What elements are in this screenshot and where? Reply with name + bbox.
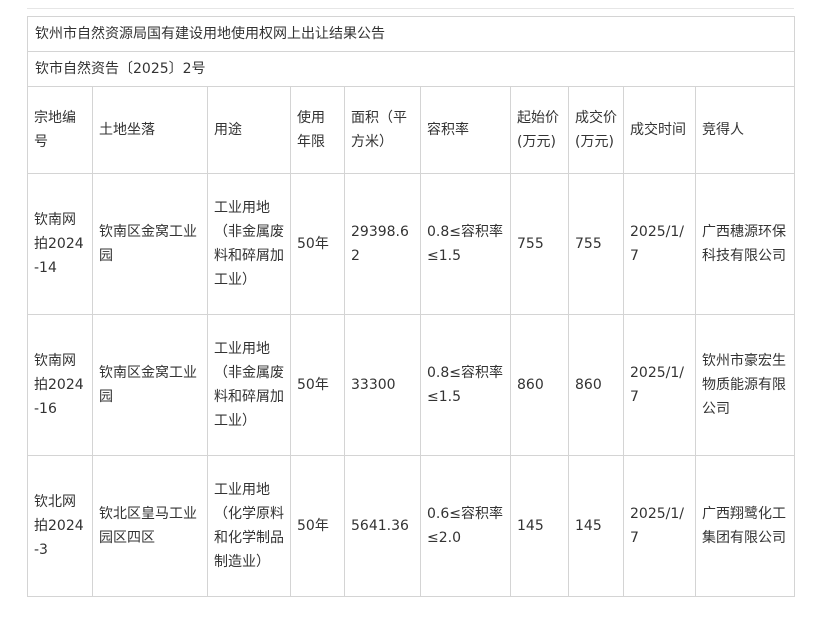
header-winner: 竞得人: [694, 86, 796, 174]
cell-area: 33300: [344, 314, 421, 456]
cell-location: 钦南区金窝工业园: [92, 173, 208, 315]
cell-parcel-id: 钦北网拍2024-3: [27, 455, 93, 597]
top-divider: [27, 8, 794, 9]
cell-deal-price: 145: [568, 455, 624, 597]
table-row: 钦南网拍2024-16 钦南区金窝工业园 工业用地（非金属废料和碎屑加工业） 5…: [27, 314, 796, 456]
header-term: 使用年限: [290, 86, 345, 174]
doc-number: 钦市自然资告〔2025〕2号: [26, 51, 796, 87]
header-location: 土地坐落: [92, 86, 208, 174]
cell-plot-ratio: 0.6≤容积率≤2.0: [420, 455, 511, 597]
doc-number-row: 钦市自然资告〔2025〕2号: [26, 51, 796, 87]
cell-area: 29398.62: [344, 173, 421, 315]
cell-plot-ratio: 0.8≤容积率≤1.5: [420, 314, 511, 456]
header-use: 用途: [207, 86, 291, 174]
cell-starting-price: 755: [510, 173, 569, 315]
table-row: 钦北网拍2024-3 钦北区皇马工业园区四区 工业用地（化学原料和化学制品制造业…: [27, 455, 796, 597]
cell-winner: 广西穗源环保科技有限公司: [694, 173, 796, 315]
cell-use: 工业用地（化学原料和化学制品制造业）: [207, 455, 291, 597]
cell-parcel-id: 钦南网拍2024-16: [27, 314, 93, 456]
cell-deal-price: 860: [568, 314, 624, 456]
cell-use: 工业用地（非金属废料和碎屑加工业）: [207, 173, 291, 315]
cell-area: 5641.36: [344, 455, 421, 597]
cell-deal-date: 2025/1/7: [623, 173, 696, 315]
cell-term: 50年: [290, 455, 345, 597]
cell-location: 钦南区金窝工业园: [92, 314, 208, 456]
header-parcel-id: 宗地编号: [27, 86, 93, 174]
table-header-row: 宗地编号 土地坐落 用途 使用年限 面积（平方米） 容积率 起始价(万元) 成交…: [27, 86, 796, 174]
cell-deal-date: 2025/1/7: [623, 314, 696, 456]
cell-plot-ratio: 0.8≤容积率≤1.5: [420, 173, 511, 315]
cell-winner: 广西翔鹭化工集团有限公司: [694, 455, 796, 597]
cell-parcel-id: 钦南网拍2024-14: [27, 173, 93, 315]
cell-deal-date: 2025/1/7: [623, 455, 696, 597]
announcement-title: 钦州市自然资源局国有建设用地使用权网上出让结果公告: [26, 16, 796, 52]
announcement-title-row: 钦州市自然资源局国有建设用地使用权网上出让结果公告: [26, 16, 796, 52]
cell-term: 50年: [290, 314, 345, 456]
header-area: 面积（平方米）: [344, 86, 421, 174]
cell-use: 工业用地（非金属废料和碎屑加工业）: [207, 314, 291, 456]
table-row: 钦南网拍2024-14 钦南区金窝工业园 工业用地（非金属废料和碎屑加工业） 5…: [27, 173, 796, 315]
header-plot-ratio: 容积率: [420, 86, 511, 174]
header-deal-date: 成交时间: [623, 86, 696, 174]
header-deal-price: 成交价(万元): [568, 86, 624, 174]
cell-winner: 钦州市豪宏生物质能源有限公司: [694, 314, 796, 456]
cell-starting-price: 860: [510, 314, 569, 456]
land-transfer-result-table: 钦州市自然资源局国有建设用地使用权网上出让结果公告 钦市自然资告〔2025〕2号…: [26, 16, 796, 597]
cell-deal-price: 755: [568, 173, 624, 315]
cell-location: 钦北区皇马工业园区四区: [92, 455, 208, 597]
cell-starting-price: 145: [510, 455, 569, 597]
cell-term: 50年: [290, 173, 345, 315]
header-starting-price: 起始价(万元): [510, 86, 569, 174]
